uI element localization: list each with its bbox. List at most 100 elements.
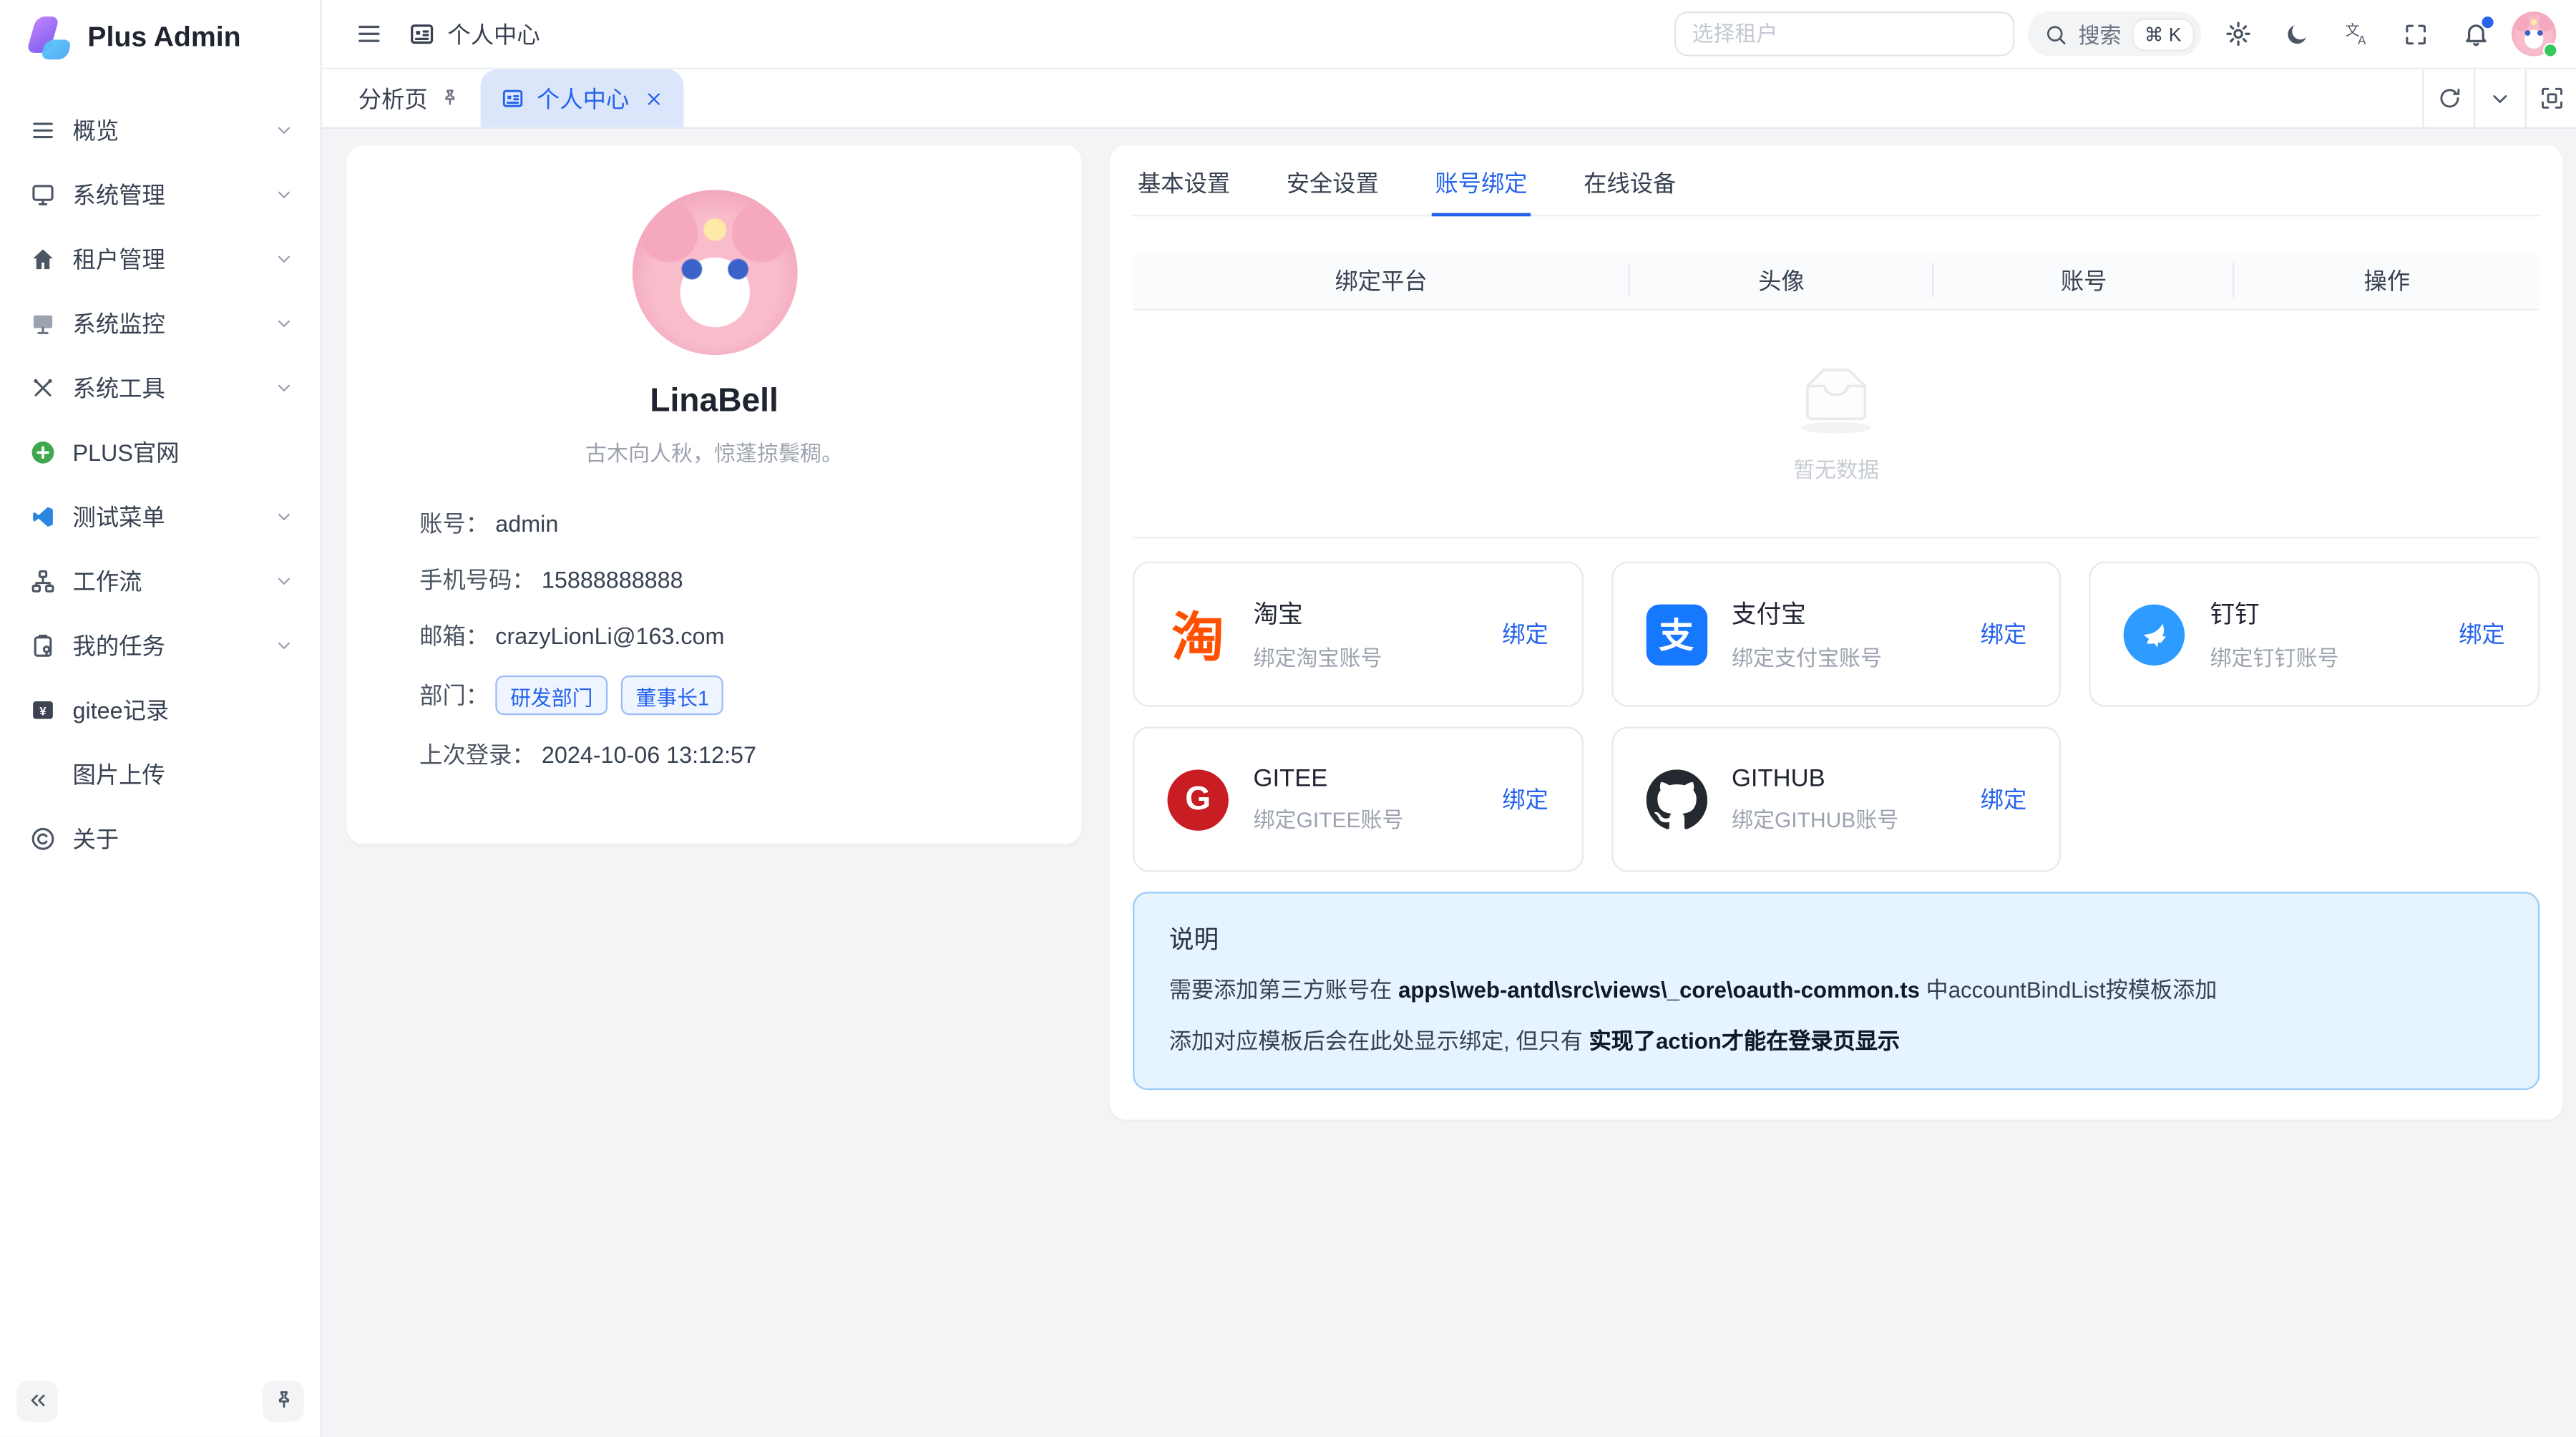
tab-label: 分析页 xyxy=(358,82,428,115)
refresh-icon xyxy=(2436,86,2462,111)
binding-table-header: 绑定平台头像账号操作 xyxy=(1133,251,2540,311)
note-line-1: 需要添加第三方账号在 apps\web-antd\src\views\_core… xyxy=(1169,975,2504,1007)
empty-inbox-icon xyxy=(1785,364,1888,438)
notification-badge xyxy=(2482,16,2493,27)
global-search-button[interactable]: 搜索 ⌘ K xyxy=(2027,11,2201,56)
card-desc: 绑定GITHUB账号 xyxy=(1732,803,1898,834)
alipay-icon: 支 xyxy=(1646,603,1707,664)
tab-basic-settings[interactable]: 基本设置 xyxy=(1134,145,1233,215)
card-title: 淘宝 xyxy=(1254,596,1382,630)
sidebar-item-system-tools[interactable]: 系统工具 xyxy=(13,356,307,419)
search-label: 搜索 xyxy=(2078,18,2121,49)
card-github: GITHUB 绑定GITHUB账号 绑定 xyxy=(1611,726,2062,872)
profile-motto: 古木向人秋，惊蓬掠鬓稠。 xyxy=(419,436,1009,467)
card-texts: GITHUB 绑定GITHUB账号 xyxy=(1732,764,1898,834)
card-title: 钉钉 xyxy=(2210,596,2338,630)
tab-security-settings[interactable]: 安全设置 xyxy=(1283,145,1382,215)
card-texts: 支付宝绑定支付宝账号 xyxy=(1732,596,1882,672)
tab-online-devices[interactable]: 在线设备 xyxy=(1580,145,1679,215)
pin-icon xyxy=(272,1389,295,1412)
top-bar-right: 搜索 ⌘ K 文A xyxy=(1674,11,2556,57)
bind-action-link[interactable]: 绑定 xyxy=(2459,618,2505,651)
copyright-icon xyxy=(30,826,57,852)
sidebar-item-label: 概览 xyxy=(73,114,258,147)
taobao-icon: 淘 xyxy=(1168,603,1229,664)
sidebar-item-system-monitoring[interactable]: 系统监控 xyxy=(13,292,307,355)
language-button[interactable]: 文A xyxy=(2333,11,2380,57)
search-icon xyxy=(2044,22,2067,45)
maximize-content-button[interactable] xyxy=(2524,69,2576,127)
screen-icon xyxy=(30,311,57,337)
idcard-icon xyxy=(408,20,436,48)
user-avatar[interactable] xyxy=(2512,11,2556,56)
sidebar-item-test-menu[interactable]: 测试菜单 xyxy=(13,485,307,548)
sidebar-item-label: 图片上传 xyxy=(73,758,294,791)
profile-field-value: admin xyxy=(495,510,558,537)
settings-button[interactable] xyxy=(2215,11,2261,57)
profile-field: 上次登录：2024-10-06 13:12:57 xyxy=(419,739,1009,771)
bind-action-link[interactable]: 绑定 xyxy=(1502,618,1548,651)
pin-icon[interactable] xyxy=(439,87,461,109)
settings-panel: 基本设置安全设置账号绑定在线设备 绑定平台头像账号操作 暂无数据 xyxy=(1110,145,2563,1120)
panel-tabs: 基本设置安全设置账号绑定在线设备 xyxy=(1133,145,2540,216)
dingtalk-icon xyxy=(2124,603,2185,664)
monitor-icon xyxy=(30,182,57,208)
sidebar-item-workflow[interactable]: 工作流 xyxy=(13,550,307,613)
home-icon xyxy=(30,246,57,273)
profile-card: LinaBell 古木向人秋，惊蓬掠鬓稠。 账号：admin手机号码：15888… xyxy=(347,145,1082,844)
sidebar-item-plus-website[interactable]: PLUS官网 xyxy=(13,421,307,484)
tenant-select-input[interactable] xyxy=(1674,11,2014,56)
app-logo[interactable]: Plus Admin xyxy=(0,0,321,76)
sidebar-item-gitee-records[interactable]: ¥gitee记录 xyxy=(13,678,307,741)
dark-mode-toggle[interactable] xyxy=(2274,11,2321,57)
collapse-sidebar-button[interactable] xyxy=(16,1380,58,1421)
card-desc: 绑定GITEE账号 xyxy=(1254,803,1404,834)
sidebar: Plus Admin 概览系统管理租户管理系统监控系统工具 PLUS官网测试菜单工… xyxy=(0,0,322,1437)
svg-text:¥: ¥ xyxy=(39,704,47,718)
maximize-icon xyxy=(2539,86,2564,111)
sidebar-item-label: 我的任务 xyxy=(73,629,258,662)
fullscreen-button[interactable] xyxy=(2393,11,2439,57)
tab-menu-button[interactable] xyxy=(2474,69,2525,127)
tab-account-binding[interactable]: 账号绑定 xyxy=(1432,145,1531,215)
profile-field-label: 账号： xyxy=(419,507,489,540)
plus-circle-icon xyxy=(30,439,57,466)
empty-text: 暂无数据 xyxy=(1793,452,1879,484)
sidebar-item-overview[interactable]: 概览 xyxy=(13,99,307,162)
tab-analytics[interactable]: 分析页 xyxy=(338,69,480,127)
sidebar-item-label: 系统管理 xyxy=(73,178,258,211)
chevron-down-icon xyxy=(274,185,294,205)
sidebar-item-tenant-management[interactable]: 租户管理 xyxy=(13,228,307,291)
chevron-down-icon xyxy=(274,313,294,333)
close-tab-icon[interactable] xyxy=(644,88,664,108)
notifications-button[interactable] xyxy=(2452,11,2499,57)
app-title: Plus Admin xyxy=(87,21,240,54)
profile-field-value: 15888888888 xyxy=(542,567,683,593)
sidebar-item-label: PLUS官网 xyxy=(73,436,294,469)
card-title: GITHUB xyxy=(1732,764,1898,792)
card-taobao: 淘淘宝绑定淘宝账号绑定 xyxy=(1133,562,1583,707)
tab-profile-center[interactable]: 个人中心 xyxy=(481,69,684,127)
sidebar-footer xyxy=(0,1364,321,1437)
breadcrumb[interactable]: 个人中心 xyxy=(408,17,540,50)
fullscreen-icon xyxy=(2403,21,2429,47)
idcard-icon xyxy=(500,86,525,111)
workflow-icon xyxy=(30,568,57,595)
sidebar-item-my-tasks[interactable]: 我的任务 xyxy=(13,614,307,677)
sidebar-item-about[interactable]: 关于 xyxy=(13,807,307,870)
toggle-sidebar-button[interactable] xyxy=(345,11,391,57)
search-shortcut: ⌘ K xyxy=(2133,19,2193,49)
sidebar-item-image-upload[interactable]: 图片上传 xyxy=(13,743,307,806)
profile-field: 手机号码：15888888888 xyxy=(419,563,1009,596)
svg-text:A: A xyxy=(2357,33,2366,47)
refresh-tab-button[interactable] xyxy=(2422,69,2474,127)
bind-action-link[interactable]: 绑定 xyxy=(1502,783,1548,816)
bind-action-link[interactable]: 绑定 xyxy=(1981,783,2027,816)
bind-action-link[interactable]: 绑定 xyxy=(1981,618,2027,651)
binding-table: 绑定平台头像账号操作 暂无数据 xyxy=(1133,251,2540,539)
app-root: Plus Admin 概览系统管理租户管理系统监控系统工具 PLUS官网测试菜单工… xyxy=(0,0,2576,1437)
note-title: 说明 xyxy=(1169,922,2504,956)
department-tag: 研发部门 xyxy=(495,676,608,715)
pin-sidebar-button[interactable] xyxy=(263,1380,304,1421)
sidebar-item-system-management[interactable]: 系统管理 xyxy=(13,163,307,226)
